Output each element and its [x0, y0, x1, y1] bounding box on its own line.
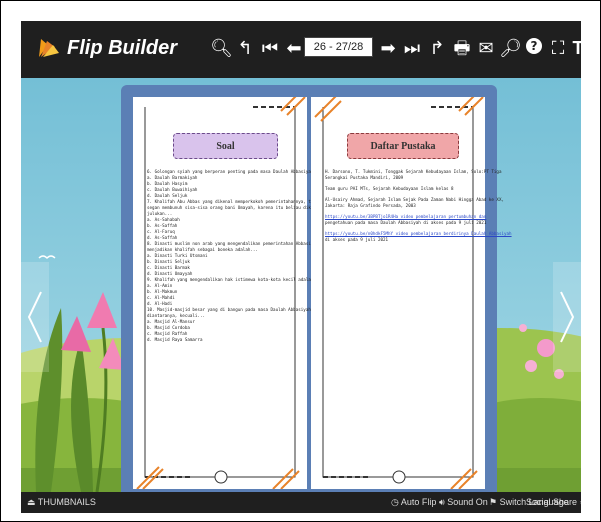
auto-flip-label: Auto Flip — [400, 497, 437, 507]
right-page[interactable]: Daftar Pustaka H. Darsono, T. Tukmini, T… — [311, 97, 512, 489]
flip-builder-logo-icon — [39, 39, 59, 57]
print-icon[interactable]: 🖶︎ — [451, 37, 473, 59]
open-book: Soal 6. Golongan syiah yang berperan pen… — [121, 85, 512, 501]
email-icon[interactable]: ✉︎ — [475, 37, 497, 59]
left-page[interactable]: Soal 6. Golongan syiah yang berperan pen… — [133, 97, 339, 489]
flag-icon: ⚑ — [489, 497, 498, 507]
quiz-line: segan membunuh sisa-sisa orang bani Umay… — [147, 205, 321, 210]
app-title: Flip Builder — [67, 36, 177, 59]
quiz-questions: 6. Golongan syiah yang berperan penting … — [147, 169, 339, 343]
reference-list: H. Darsono, T. Tukmini, Tonggak Sejarah … — [325, 169, 512, 243]
zoom-in-icon[interactable]: 🔍︎ — [210, 37, 233, 59]
speaker-icon: 🔊︎ — [439, 497, 445, 507]
quiz-line: d. Masjid Raya Samarra — [147, 337, 203, 342]
auto-flip-button[interactable]: ◷ Auto Flip — [391, 497, 436, 508]
search-icon[interactable]: 🔎︎ — [499, 37, 522, 59]
first-page-icon[interactable]: ⏮︎ — [259, 37, 281, 59]
previous-page-arrow[interactable] — [21, 262, 49, 372]
quiz-line: 9. Khalifah yang mengendalikan hak istim… — [147, 277, 321, 282]
clock-icon: ◷ — [391, 497, 399, 507]
sound-label: Sound On — [447, 497, 488, 507]
top-toolbar: Flip Builder 🔍︎ ↰ ⏮︎ ⬅︎ 26 - 27/28 ➡︎ ⏭︎… — [21, 21, 581, 78]
social-share-label: Social Share — [526, 497, 578, 507]
forward-icon[interactable]: ↱ — [426, 37, 448, 59]
thumbnails-button[interactable]: ⏏︎ THUMBNAILS — [27, 497, 96, 508]
svg-text:?: ? — [531, 39, 538, 53]
social-share-button[interactable]: Social Share ⭑︎ — [526, 497, 581, 508]
flipbook-viewer: Flip Builder 🔍︎ ↰ ⏮︎ ⬅︎ 26 - 27/28 ➡︎ ⏭︎… — [21, 21, 581, 513]
sound-button[interactable]: 🔊︎ Sound On — [439, 497, 488, 508]
left-page-heading: Soal — [173, 133, 278, 159]
next-page-arrow[interactable] — [553, 262, 581, 372]
next-page-icon[interactable]: ➡︎ — [377, 37, 399, 59]
reference-line: pengetahuan pada masa Daulah Abbasiyah d… — [325, 220, 487, 225]
last-page-icon[interactable]: ⏭︎ — [401, 37, 423, 59]
eject-icon: ⏏︎ — [27, 497, 36, 507]
page-indicator-input[interactable]: 26 - 27/28 — [304, 37, 373, 57]
reference-line: di akses pada 9 juli 2021 — [325, 237, 389, 242]
fullscreen-icon[interactable]: ⛶ — [547, 37, 569, 59]
thumbnails-label: THUMBNAILS — [37, 497, 96, 507]
app-logo: Flip Builder — [35, 35, 177, 61]
right-page-heading: Daftar Pustaka — [347, 133, 459, 159]
help-icon[interactable]: ? — [523, 37, 545, 59]
bottom-toolbar: ⏏︎ THUMBNAILS ◷ Auto Flip 🔊︎ Sound On ⚑ … — [21, 492, 581, 513]
back-icon[interactable]: ↰ — [234, 37, 256, 59]
share-icon: ⭑︎ — [580, 497, 581, 507]
previous-page-icon[interactable]: ⬅︎ — [283, 37, 305, 59]
text-icon[interactable]: T — [567, 37, 582, 59]
